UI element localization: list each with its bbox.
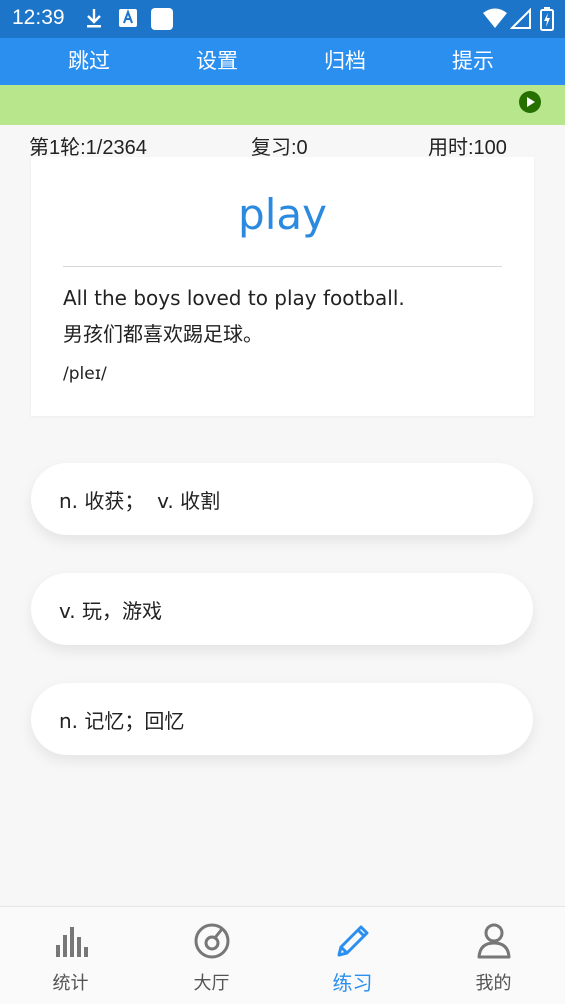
tab-hall[interactable]: 大厅 (141, 907, 282, 1004)
user-icon (477, 923, 510, 959)
option-2[interactable]: v. 玩，游戏 (31, 573, 533, 645)
bottom-nav: 统计 大厅 练习 我的 (0, 906, 565, 1004)
download-icon (87, 9, 101, 28)
tab-label: 练习 (332, 971, 373, 995)
font-icon (119, 9, 137, 27)
settings-button[interactable]: 设置 (153, 38, 281, 85)
signal-icon (510, 7, 531, 29)
tab-label: 我的 (475, 973, 512, 994)
option-label: n. 记忆；回忆 (59, 709, 185, 733)
option-3[interactable]: n. 记忆；回忆 (31, 683, 533, 755)
option-1[interactable]: n. 收获； v. 收割 (31, 463, 533, 535)
wifi-icon (483, 8, 507, 28)
option-label: v. 玩，游戏 (59, 599, 162, 623)
status-time: 12:39 (12, 6, 65, 29)
banner (0, 85, 565, 125)
skip-button[interactable]: 跳过 (25, 38, 153, 85)
top-nav: 跳过 设置 归档 提示 (0, 38, 565, 85)
archive-button[interactable]: 归档 (281, 38, 409, 85)
word-title: play (238, 190, 327, 239)
review-count: 复习:0 (251, 137, 308, 159)
example-sentence-zh: 男孩们都喜欢踢足球。 (63, 322, 263, 346)
target-icon (194, 923, 229, 959)
option-label: n. 收获； v. 收割 (59, 489, 221, 513)
example-sentence-en: All the boys loved to play football. (63, 286, 405, 310)
phonetic: /pleɪ/ (63, 364, 107, 384)
tab-stats[interactable]: 统计 (0, 907, 141, 1004)
divider (63, 266, 502, 267)
tab-label: 统计 (52, 973, 89, 994)
play-icon[interactable] (519, 91, 541, 113)
status-bar: 12:39 (0, 0, 565, 38)
round-progress: 第1轮:1/2364 (29, 137, 147, 159)
bar-chart-icon (55, 927, 88, 957)
hint-button[interactable]: 提示 (409, 38, 537, 85)
tab-practice[interactable]: 练习 (282, 907, 423, 1004)
app-square-icon (151, 8, 173, 30)
tab-label: 大厅 (193, 973, 230, 994)
tab-mine[interactable]: 我的 (423, 907, 564, 1004)
pencil-icon (337, 925, 368, 957)
time-used: 用时:100 (428, 137, 507, 159)
battery-icon (540, 7, 554, 31)
